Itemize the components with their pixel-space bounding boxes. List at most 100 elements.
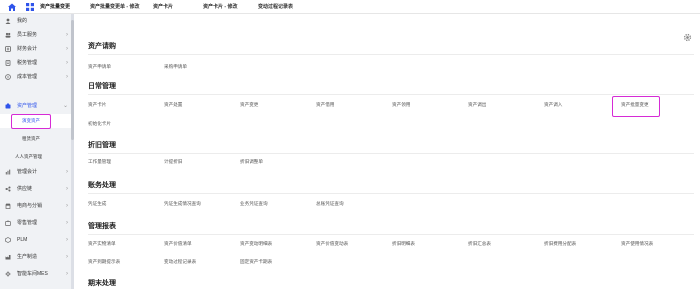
sidebar-item-cost-management[interactable]: 成本管理 › (0, 70, 74, 84)
tab-asset-batch-change[interactable]: 资产批量变更 (40, 0, 70, 14)
link-fixed-asset-period[interactable]: 固定资产卡期表 (240, 258, 272, 266)
sidebar-item-label: 智能车间MES (17, 271, 48, 277)
link-asset-transfer-in[interactable]: 资产调入 (544, 101, 562, 109)
link-asset-borrow[interactable]: 资产借用 (316, 101, 334, 109)
link-purchase-request-form[interactable]: 采购申请单 (164, 63, 187, 71)
sidebar-item-label: PLM (17, 237, 28, 243)
home-icon[interactable] (7, 2, 17, 12)
link-business-voucher-query[interactable]: 业务凭证查询 (240, 200, 268, 208)
apps-grid-icon[interactable] (25, 2, 35, 12)
link-depreciation-summary[interactable]: 折旧汇总表 (468, 240, 491, 248)
sidebar-item-label: 成本管理 (17, 74, 38, 80)
section-divider (88, 54, 694, 55)
factory-icon (5, 255, 11, 260)
chevron-right-icon: › (66, 203, 68, 209)
chevron-right-icon: › (66, 60, 68, 66)
section-divider (88, 193, 694, 194)
tab-change-process-record[interactable]: 变动过程记录表 (258, 0, 293, 14)
link-voucher-generation[interactable]: 凭证生成 (88, 200, 106, 208)
sidebar-item-mes[interactable]: 智能车间MES › (0, 267, 74, 281)
chevron-right-icon: › (66, 46, 68, 52)
sidebar-item-production[interactable]: 生产制造 › (0, 250, 74, 264)
sidebar-subitem-label: 人人资产管理 (15, 154, 42, 159)
sidebar-subitem-lease-assets[interactable]: 租赁资产 (0, 132, 74, 146)
highlight-box-sidebar (11, 114, 51, 129)
main-content: 资产请购 资产申请单 采购申请单 日常管理 资产卡片 资产处置 资产变更 资产借… (74, 14, 700, 289)
link-asset-expiry-reminder[interactable]: 资产到期提示表 (88, 258, 120, 266)
section-divider (88, 94, 694, 95)
link-asset-request-form[interactable]: 资产申请单 (88, 63, 111, 71)
section-title-management-reports: 管理报表 (88, 223, 116, 230)
plm-icon (5, 237, 11, 243)
sidebar-item-employee-service[interactable]: 员工服务 › (0, 28, 74, 42)
link-accrue-depreciation[interactable]: 计提折旧 (164, 158, 182, 166)
sidebar-subitem-personal-assets[interactable]: 人人资产管理 (0, 150, 74, 164)
link-asset-change[interactable]: 资产变更 (240, 101, 258, 109)
link-depreciation-allocation[interactable]: 折旧费用分配表 (544, 240, 576, 248)
user-icon (5, 18, 11, 24)
shop-icon (5, 203, 11, 209)
link-initialize-card[interactable]: 初始化卡片 (88, 120, 111, 128)
sidebar-item-plm[interactable]: PLM › (0, 233, 74, 247)
link-change-process-record[interactable]: 变动过程记录表 (164, 258, 196, 266)
tab-asset-card[interactable]: 资产卡片 (153, 0, 173, 14)
sidebar-item-ecommerce[interactable]: 电商与分销 › (0, 199, 74, 213)
asset-icon (5, 103, 11, 109)
chevron-right-icon: › (66, 169, 68, 175)
sidebar-item-tax-management[interactable]: 税务管理 › (0, 56, 74, 70)
link-asset-value-list[interactable]: 资产价值清单 (164, 240, 192, 248)
sidebar-item-label: 生产制造 (17, 254, 38, 260)
link-physical-asset-list[interactable]: 资产实物清单 (88, 240, 116, 248)
sidebar-item-retail-management[interactable]: 零售管理 › (0, 216, 74, 230)
link-asset-card[interactable]: 资产卡片 (88, 101, 106, 109)
sidebar-item-financial-accounting[interactable]: 财务会计 › (0, 42, 74, 56)
highlight-box-batch-change (612, 96, 660, 117)
section-title-asset-request: 资产请购 (88, 43, 116, 50)
link-asset-transfer-out[interactable]: 资产调出 (468, 101, 486, 109)
tab-asset-card-edit[interactable]: 资产卡片 - 修改 (203, 0, 237, 14)
sidebar-item-supply-chain[interactable]: 供应链 › (0, 182, 74, 196)
chevron-right-icon: › (66, 74, 68, 80)
finance-icon (5, 46, 11, 52)
link-depreciation-adjustment[interactable]: 折旧调整单 (240, 158, 263, 166)
link-asset-usage-report[interactable]: 资产使用情况表 (621, 240, 653, 248)
link-voucher-status-query[interactable]: 凭证生成情况查询 (164, 200, 201, 208)
sidebar-item-label: 员工服务 (17, 32, 38, 38)
sidebar-subitem-label: 租赁资产 (22, 136, 40, 141)
people-icon (5, 32, 11, 38)
sidebar-item-management-accounting[interactable]: 管理会计 › (0, 165, 74, 179)
tab-asset-batch-change-edit[interactable]: 资产批量变更单 - 修改 (90, 0, 139, 14)
chevron-right-icon: › (66, 254, 68, 260)
section-divider (88, 153, 694, 154)
link-workload-management[interactable]: 工作量管理 (88, 158, 111, 166)
link-depreciation-detail[interactable]: 折旧明细表 (392, 240, 415, 248)
tax-icon (5, 60, 11, 66)
section-title-depreciation: 折旧管理 (88, 142, 116, 149)
section-title-period-end: 期末处理 (88, 280, 116, 287)
sidebar-item-label: 财务会计 (17, 46, 38, 52)
chevron-right-icon: › (66, 271, 68, 277)
chevron-right-icon: › (66, 186, 68, 192)
chevron-down-icon: ⌄ (62, 103, 68, 109)
sidebar-item-mine[interactable]: 我的 (0, 14, 74, 28)
section-title-daily-management: 日常管理 (88, 83, 116, 90)
sidebar-item-label: 零售管理 (17, 220, 38, 226)
sidebar-item-label: 电商与分销 (17, 203, 43, 209)
link-asset-disposal[interactable]: 资产处置 (164, 101, 182, 109)
link-asset-value-change[interactable]: 资产价值变动表 (316, 240, 348, 248)
gear-icon[interactable] (683, 33, 692, 42)
chevron-right-icon: › (66, 220, 68, 226)
sidebar-item-label: 我的 (17, 18, 28, 24)
sidebar-item-asset-management[interactable]: 资产管理 ⌄ (0, 99, 74, 113)
section-title-accounting: 账务处理 (88, 182, 116, 189)
chevron-right-icon: › (66, 32, 68, 38)
mes-icon (5, 271, 11, 277)
top-tab-bar: 资产批量变更 资产批量变更单 - 修改 资产卡片 资产卡片 - 修改 变动过程记… (0, 0, 700, 14)
sidebar-item-label: 资产管理 (17, 103, 38, 109)
link-asset-change-detail[interactable]: 资产变动明细表 (240, 240, 272, 248)
cost-icon (5, 74, 11, 80)
sidebar-item-label: 税务管理 (17, 60, 38, 66)
link-ledger-voucher-query[interactable]: 总账凭证查询 (316, 200, 344, 208)
link-asset-receive[interactable]: 资产领用 (392, 101, 410, 109)
sidebar: 我的 员工服务 › 财务会计 › 税务管理 › 成本管理 › 资产管理 ⌄ 演变… (0, 14, 74, 289)
